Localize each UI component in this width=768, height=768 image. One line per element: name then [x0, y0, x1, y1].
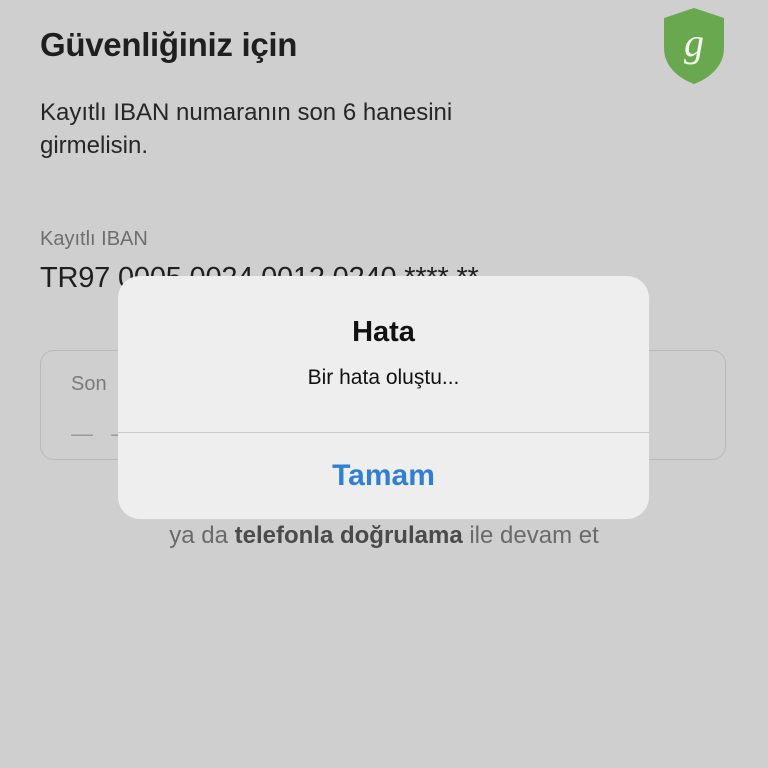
error-alert-dialog: Hata Bir hata oluştu... Tamam [118, 276, 649, 519]
instruction-text: Kayıtlı IBAN numaranın son 6 hanesini gi… [40, 99, 453, 159]
alert-message: Bir hata oluştu... [307, 366, 460, 389]
shield-logo-icon: g [664, 8, 724, 84]
alt-prefix: ya da [169, 522, 235, 549]
alert-title: Hata [352, 316, 415, 348]
ok-button[interactable]: Tamam [118, 433, 649, 519]
iban-label: Kayıtlı IBAN [40, 228, 148, 250]
phone-verification-label[interactable]: telefonla doğrulama [235, 522, 463, 549]
phone-verification-link[interactable]: ya da telefonla doğrulama ile devam et [0, 522, 768, 550]
logo-letter: g [684, 20, 704, 65]
page-title: Güvenliğiniz için [40, 26, 298, 63]
alt-suffix: ile devam et [462, 522, 599, 549]
input-label: Son [71, 373, 107, 395]
